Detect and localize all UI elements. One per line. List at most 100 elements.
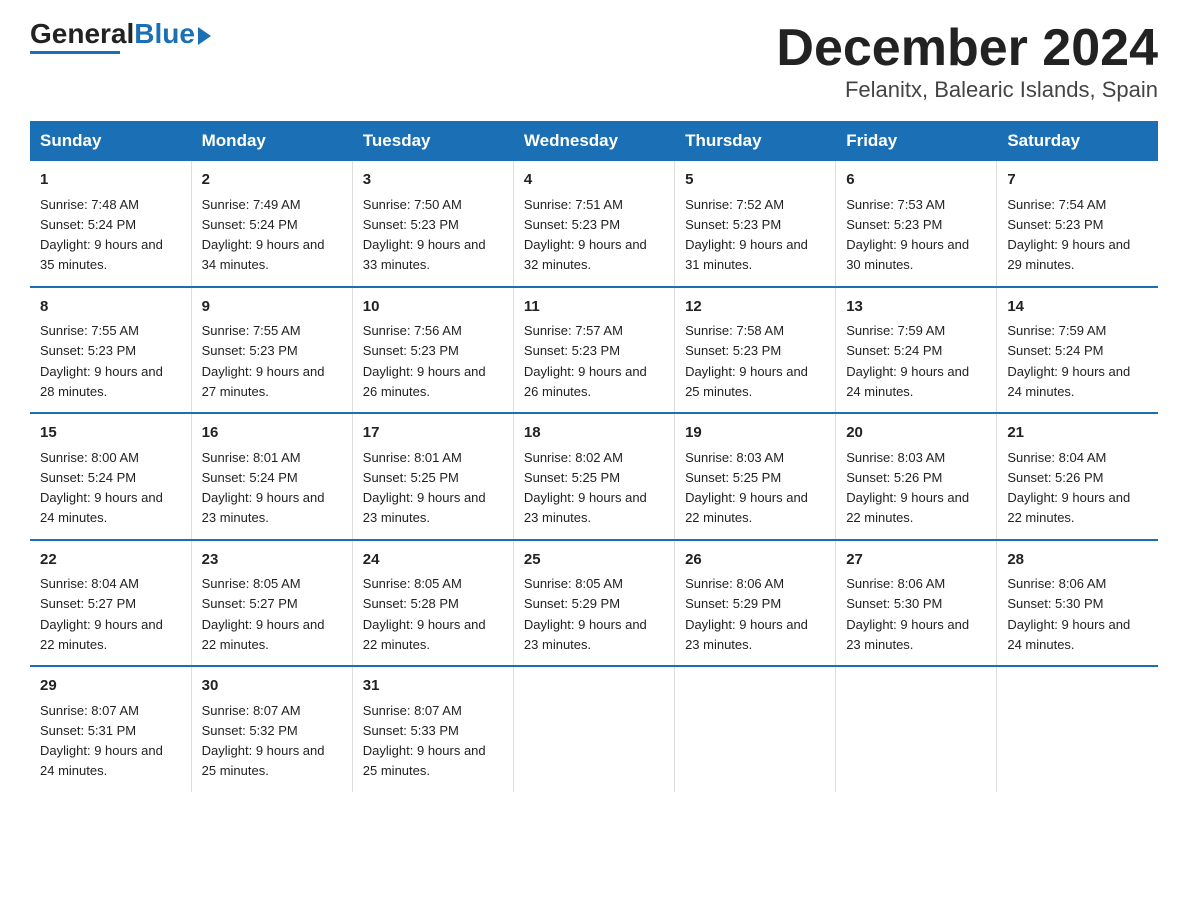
- table-row: [836, 666, 997, 792]
- day-info: Sunrise: 7:53 AMSunset: 5:23 PMDaylight:…: [846, 197, 969, 273]
- day-info: Sunrise: 7:55 AMSunset: 5:23 PMDaylight:…: [40, 323, 163, 399]
- calendar-header-row: Sunday Monday Tuesday Wednesday Thursday…: [30, 121, 1158, 161]
- day-info: Sunrise: 8:06 AMSunset: 5:30 PMDaylight:…: [846, 576, 969, 652]
- day-info: Sunrise: 8:07 AMSunset: 5:33 PMDaylight:…: [363, 703, 486, 779]
- day-info: Sunrise: 7:49 AMSunset: 5:24 PMDaylight:…: [202, 197, 325, 273]
- day-number: 13: [846, 296, 986, 319]
- day-info: Sunrise: 7:57 AMSunset: 5:23 PMDaylight:…: [524, 323, 647, 399]
- table-row: 10 Sunrise: 7:56 AMSunset: 5:23 PMDayligh…: [352, 287, 513, 414]
- day-info: Sunrise: 7:48 AMSunset: 5:24 PMDaylight:…: [40, 197, 163, 273]
- day-number: 21: [1007, 422, 1148, 445]
- table-row: 5 Sunrise: 7:52 AMSunset: 5:23 PMDaylight…: [675, 161, 836, 287]
- day-info: Sunrise: 8:06 AMSunset: 5:29 PMDaylight:…: [685, 576, 808, 652]
- table-row: 16Sunrise: 8:01 AMSunset: 5:24 PMDayligh…: [191, 413, 352, 540]
- day-number: 11: [524, 296, 664, 319]
- day-number: 31: [363, 675, 503, 698]
- day-number: 15: [40, 422, 181, 445]
- day-number: 30: [202, 675, 342, 698]
- day-info: Sunrise: 7:54 AMSunset: 5:23 PMDaylight:…: [1007, 197, 1130, 273]
- table-row: 9 Sunrise: 7:55 AMSunset: 5:23 PMDaylight…: [191, 287, 352, 414]
- day-info: Sunrise: 8:00 AMSunset: 5:24 PMDaylight:…: [40, 450, 163, 526]
- day-number: 2: [202, 169, 342, 192]
- day-info: Sunrise: 7:58 AMSunset: 5:23 PMDaylight:…: [685, 323, 808, 399]
- col-saturday: Saturday: [997, 121, 1158, 161]
- day-number: 1: [40, 169, 181, 192]
- table-row: 4Sunrise: 7:51 AMSunset: 5:23 PMDaylight…: [513, 161, 674, 287]
- calendar-table: Sunday Monday Tuesday Wednesday Thursday…: [30, 121, 1158, 792]
- day-number: 3: [363, 169, 503, 192]
- day-info: Sunrise: 8:03 AMSunset: 5:26 PMDaylight:…: [846, 450, 969, 526]
- day-info: Sunrise: 8:04 AMSunset: 5:26 PMDaylight:…: [1007, 450, 1130, 526]
- table-row: 25 Sunrise: 8:05 AMSunset: 5:29 PMDayligh…: [513, 540, 674, 667]
- col-tuesday: Tuesday: [352, 121, 513, 161]
- day-number: 20: [846, 422, 986, 445]
- day-number: 12: [685, 296, 825, 319]
- table-row: 8 Sunrise: 7:55 AMSunset: 5:23 PMDaylight…: [30, 287, 191, 414]
- day-number: 9: [202, 296, 342, 319]
- day-number: 16: [202, 422, 342, 445]
- table-row: 24 Sunrise: 8:05 AMSunset: 5:28 PMDayligh…: [352, 540, 513, 667]
- table-row: 7 Sunrise: 7:54 AMSunset: 5:23 PMDaylight…: [997, 161, 1158, 287]
- table-row: 21 Sunrise: 8:04 AMSunset: 5:26 PMDayligh…: [997, 413, 1158, 540]
- day-number: 6: [846, 169, 986, 192]
- table-row: [513, 666, 674, 792]
- col-monday: Monday: [191, 121, 352, 161]
- day-info: Sunrise: 8:04 AMSunset: 5:27 PMDaylight:…: [40, 576, 163, 652]
- calendar-week-row: 29 Sunrise: 8:07 AMSunset: 5:31 PMDayligh…: [30, 666, 1158, 792]
- day-info: Sunrise: 7:59 AMSunset: 5:24 PMDaylight:…: [1007, 323, 1130, 399]
- table-row: 20 Sunrise: 8:03 AMSunset: 5:26 PMDayligh…: [836, 413, 997, 540]
- day-number: 7: [1007, 169, 1148, 192]
- day-info: Sunrise: 7:56 AMSunset: 5:23 PMDaylight:…: [363, 323, 486, 399]
- table-row: 19 Sunrise: 8:03 AMSunset: 5:25 PMDayligh…: [675, 413, 836, 540]
- table-row: 14 Sunrise: 7:59 AMSunset: 5:24 PMDayligh…: [997, 287, 1158, 414]
- table-row: 30 Sunrise: 8:07 AMSunset: 5:32 PMDayligh…: [191, 666, 352, 792]
- table-row: 31 Sunrise: 8:07 AMSunset: 5:33 PMDayligh…: [352, 666, 513, 792]
- day-number: 19: [685, 422, 825, 445]
- day-number: 17: [363, 422, 503, 445]
- day-number: 27: [846, 549, 986, 572]
- calendar-week-row: 15 Sunrise: 8:00 AMSunset: 5:24 PMDayligh…: [30, 413, 1158, 540]
- table-row: 26Sunrise: 8:06 AMSunset: 5:29 PMDayligh…: [675, 540, 836, 667]
- logo-text: GeneralBlue: [30, 20, 211, 48]
- day-number: 29: [40, 675, 181, 698]
- day-info: Sunrise: 8:05 AMSunset: 5:28 PMDaylight:…: [363, 576, 486, 652]
- day-info: Sunrise: 8:02 AMSunset: 5:25 PMDaylight:…: [524, 450, 647, 526]
- day-number: 5: [685, 169, 825, 192]
- day-number: 14: [1007, 296, 1148, 319]
- day-info: Sunrise: 7:52 AMSunset: 5:23 PMDaylight:…: [685, 197, 808, 273]
- day-info: Sunrise: 8:07 AMSunset: 5:32 PMDaylight:…: [202, 703, 325, 779]
- day-number: 24: [363, 549, 503, 572]
- calendar-title: December 2024: [776, 20, 1158, 77]
- table-row: 12 Sunrise: 7:58 AMSunset: 5:23 PMDayligh…: [675, 287, 836, 414]
- table-row: 18Sunrise: 8:02 AMSunset: 5:25 PMDayligh…: [513, 413, 674, 540]
- table-row: 22Sunrise: 8:04 AMSunset: 5:27 PMDayligh…: [30, 540, 191, 667]
- col-friday: Friday: [836, 121, 997, 161]
- day-info: Sunrise: 8:07 AMSunset: 5:31 PMDaylight:…: [40, 703, 163, 779]
- table-row: 1 Sunrise: 7:48 AMSunset: 5:24 PMDaylight…: [30, 161, 191, 287]
- day-info: Sunrise: 7:50 AMSunset: 5:23 PMDaylight:…: [363, 197, 486, 273]
- col-sunday: Sunday: [30, 121, 191, 161]
- day-number: 10: [363, 296, 503, 319]
- table-row: 28Sunrise: 8:06 AMSunset: 5:30 PMDayligh…: [997, 540, 1158, 667]
- table-row: 11 Sunrise: 7:57 AMSunset: 5:23 PMDayligh…: [513, 287, 674, 414]
- day-info: Sunrise: 8:05 AMSunset: 5:29 PMDaylight:…: [524, 576, 647, 652]
- logo-triangle-icon: [198, 27, 211, 45]
- calendar-title-block: December 2024 Felanitx, Balearic Islands…: [776, 20, 1158, 103]
- table-row: 17 Sunrise: 8:01 AMSunset: 5:25 PMDayligh…: [352, 413, 513, 540]
- table-row: 29 Sunrise: 8:07 AMSunset: 5:31 PMDayligh…: [30, 666, 191, 792]
- day-number: 25: [524, 549, 664, 572]
- day-info: Sunrise: 8:01 AMSunset: 5:25 PMDaylight:…: [363, 450, 486, 526]
- calendar-week-row: 8 Sunrise: 7:55 AMSunset: 5:23 PMDaylight…: [30, 287, 1158, 414]
- day-info: Sunrise: 8:06 AMSunset: 5:30 PMDaylight:…: [1007, 576, 1130, 652]
- day-info: Sunrise: 7:55 AMSunset: 5:23 PMDaylight:…: [202, 323, 325, 399]
- calendar-week-row: 1 Sunrise: 7:48 AMSunset: 5:24 PMDaylight…: [30, 161, 1158, 287]
- day-number: 8: [40, 296, 181, 319]
- logo-general: General: [30, 18, 134, 49]
- day-info: Sunrise: 8:03 AMSunset: 5:25 PMDaylight:…: [685, 450, 808, 526]
- table-row: 3 Sunrise: 7:50 AMSunset: 5:23 PMDaylight…: [352, 161, 513, 287]
- calendar-week-row: 22Sunrise: 8:04 AMSunset: 5:27 PMDayligh…: [30, 540, 1158, 667]
- table-row: 2 Sunrise: 7:49 AMSunset: 5:24 PMDaylight…: [191, 161, 352, 287]
- calendar-subtitle: Felanitx, Balearic Islands, Spain: [776, 77, 1158, 103]
- logo: GeneralBlue: [30, 20, 211, 54]
- day-info: Sunrise: 8:05 AMSunset: 5:27 PMDaylight:…: [202, 576, 325, 652]
